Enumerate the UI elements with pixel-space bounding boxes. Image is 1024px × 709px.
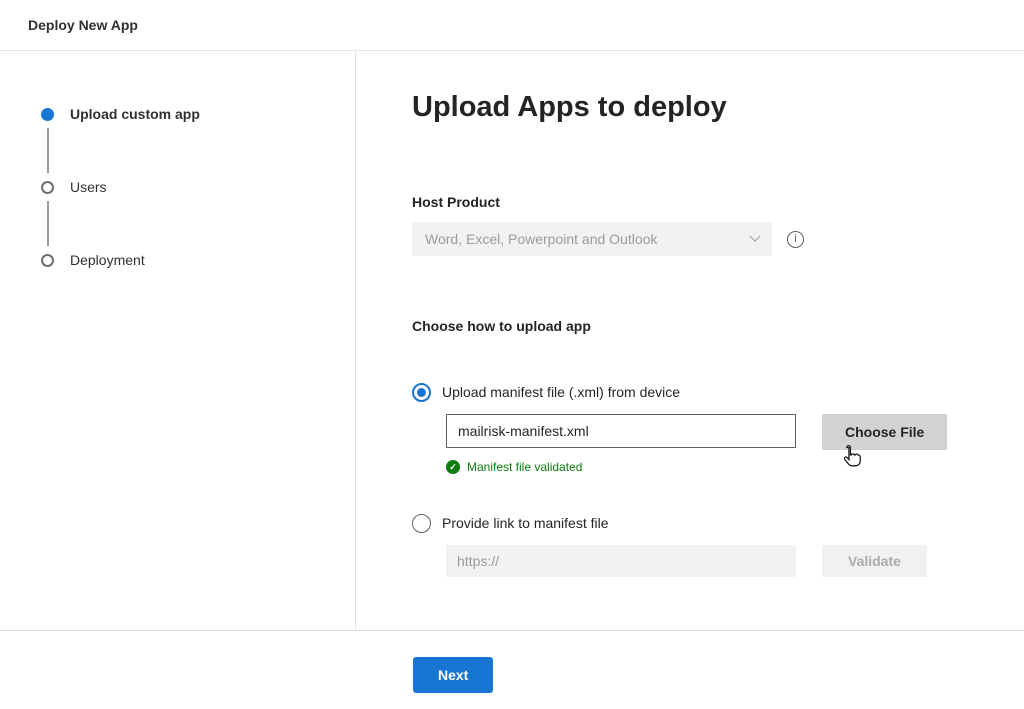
manifest-file-input[interactable] [446,414,796,448]
wizard-step-deployment[interactable]: Deployment [41,252,355,268]
manifest-link-input[interactable] [446,545,796,577]
manifest-file-row: Choose File [446,414,1024,450]
radio-upload-from-device-label: Upload manifest file (.xml) from device [442,384,680,400]
radio-unselected-icon[interactable] [412,514,431,533]
radio-provide-link-label: Provide link to manifest file [442,515,609,531]
dialog-title: Deploy New App [28,17,138,33]
step-indicator-active-icon [41,108,54,121]
wizard-step-users[interactable]: Users [41,179,355,195]
dialog-footer: Next [0,630,1024,708]
wizard-step-label: Upload custom app [70,106,200,122]
validation-message: Manifest file validated [467,460,582,474]
dialog-header: Deploy New App [0,0,1024,51]
host-product-row: Word, Excel, Powerpoint and Outlook i [412,222,1024,256]
wizard-sidebar: Upload custom app Users Deployment [0,51,356,630]
host-product-selected-value: Word, Excel, Powerpoint and Outlook [425,231,657,247]
manifest-link-row: Validate [446,545,1024,577]
radio-upload-from-device[interactable]: Upload manifest file (.xml) from device [412,382,1024,402]
info-icon[interactable]: i [787,231,804,248]
step-indicator-pending-icon [41,181,54,194]
host-product-label: Host Product [412,194,1024,210]
wizard-step-label: Deployment [70,252,145,268]
radio-provide-link[interactable]: Provide link to manifest file [412,513,1024,533]
validation-status: ✓ Manifest file validated [446,459,1024,475]
choose-file-button[interactable]: Choose File [822,414,947,450]
step-connector-line [47,201,49,246]
step-indicator-pending-icon [41,254,54,267]
main-panel: Upload Apps to deploy Host Product Word,… [356,51,1024,630]
chevron-down-icon [749,231,760,242]
check-circle-icon: ✓ [446,460,460,474]
content-area: Upload custom app Users Deployment Uploa… [0,51,1024,630]
step-connector-line [47,128,49,173]
radio-selected-icon[interactable] [412,383,431,402]
radio-dot [417,388,426,397]
wizard-step-upload-custom-app[interactable]: Upload custom app [41,106,355,122]
upload-method-label: Choose how to upload app [412,318,1024,334]
host-product-dropdown[interactable]: Word, Excel, Powerpoint and Outlook [412,222,772,256]
page-title: Upload Apps to deploy [412,91,1024,124]
wizard-step-label: Users [70,179,107,195]
validate-button[interactable]: Validate [822,545,927,577]
next-button[interactable]: Next [413,657,493,693]
